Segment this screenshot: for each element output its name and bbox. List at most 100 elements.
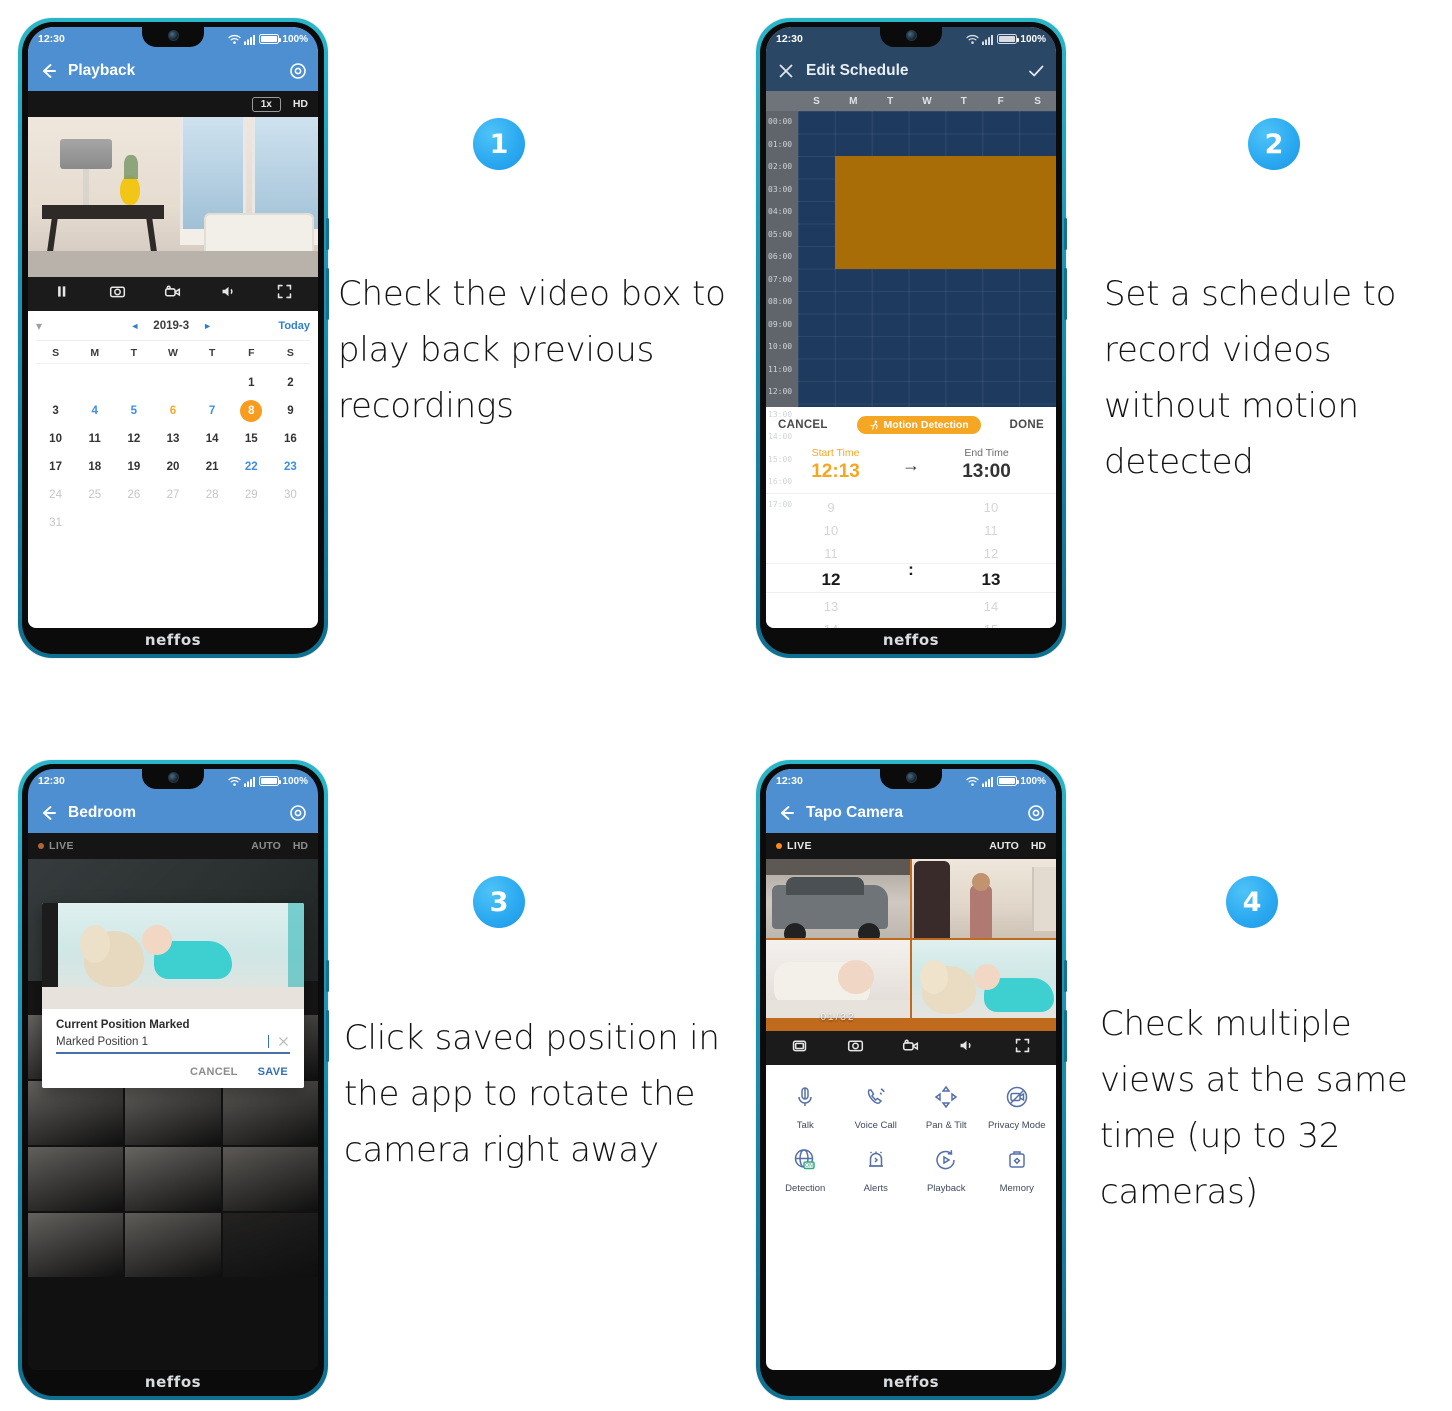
fullscreen-icon[interactable] [276,283,293,305]
wheel-option[interactable]: 10 [926,496,1056,519]
video-view[interactable] [28,117,318,277]
back-arrow-icon[interactable] [38,803,58,823]
prev-arrow-icon[interactable]: ◄ [130,321,139,331]
back-arrow-icon[interactable] [38,61,58,81]
gear-icon[interactable] [288,61,308,81]
saved-position-thumbnail[interactable] [28,1147,124,1211]
saved-position-thumbnail[interactable] [125,1081,221,1145]
quality-button[interactable]: HD [293,98,308,110]
camera-icon[interactable] [109,283,126,305]
calendar-day[interactable]: 9 [271,398,310,424]
saved-position-thumbnail[interactable] [222,1147,318,1211]
schedule-grid[interactable] [798,111,1056,407]
playback-speed-button[interactable]: 1x [251,96,281,112]
camera-tile-nursery[interactable] [766,939,910,1018]
grid-layout-icon[interactable] [791,1037,808,1059]
calendar-day[interactable]: 24 [36,482,75,508]
end-time-col[interactable]: End Time 13:00 [933,447,1040,483]
calendar-day[interactable]: 10 [36,426,75,452]
calendar-day-selected[interactable]: 8 [232,398,271,424]
position-name-input[interactable]: Marked Position 1 [56,1036,267,1048]
calendar-day[interactable]: 13 [153,426,192,452]
next-arrow-icon[interactable]: ► [203,321,212,331]
feature-memory[interactable]: Memory [982,1138,1053,1201]
schedule-block[interactable] [834,156,1056,269]
gear-icon[interactable] [288,803,308,823]
quality-button[interactable]: HD [293,840,308,852]
camera-tile-playroom[interactable] [912,939,1056,1018]
wheel-option[interactable]: 9 [766,496,896,519]
schedule-grid-body[interactable]: 00:00 01:00 02:00 03:00 04:00 05:00 06:00 07:00… [766,111,1056,509]
camera-icon[interactable] [847,1037,864,1059]
calendar-day[interactable]: 16 [271,426,310,452]
calendar-day[interactable]: 26 [114,482,153,508]
gear-icon[interactable] [1026,803,1046,823]
feature-talk[interactable]: Talk [770,1075,841,1138]
calendar-day[interactable]: 27 [153,482,192,508]
saved-position-thumbnail[interactable] [222,1213,318,1277]
camera-tile-garage[interactable] [766,859,910,938]
saved-position-thumbnail[interactable] [222,1081,318,1145]
camera-tile-hallway[interactable] [912,859,1056,938]
feature-privacy-mode[interactable]: Privacy Mode [982,1075,1053,1138]
close-x-icon[interactable] [277,1035,290,1048]
saved-position-thumbnail[interactable] [125,1147,221,1211]
speaker-icon[interactable] [220,283,237,305]
back-arrow-icon[interactable] [776,803,796,823]
speaker-icon[interactable] [958,1037,975,1059]
quality-button[interactable]: HD [1031,840,1046,852]
start-time-col[interactable]: Start Time 12:13 [782,447,889,483]
wheel-option[interactable]: 14 [766,618,896,628]
wheel-option[interactable]: 11 [766,542,896,565]
wheel-option-selected[interactable]: 12 [766,565,896,595]
wheel-option-selected[interactable]: 13 [926,565,1056,595]
motion-detection-chip[interactable]: Motion Detection [856,416,981,434]
video-record-icon[interactable] [902,1037,919,1059]
multi-camera-view[interactable]: 01/32 [766,859,1056,1031]
calendar-day[interactable]: 23 [271,454,310,480]
calendar-day[interactable]: 31 [36,510,75,536]
calendar-day[interactable]: 20 [153,454,192,480]
check-icon[interactable] [1026,61,1046,81]
calendar-day[interactable]: 30 [271,482,310,508]
calendar-day[interactable]: 12 [114,426,153,452]
calendar-day[interactable]: 1 [232,370,271,396]
feature-alerts[interactable]: Alerts [841,1138,912,1201]
saved-position-thumbnail[interactable] [125,1213,221,1277]
calendar-day[interactable]: 19 [114,454,153,480]
hour-wheel[interactable]: 91011121314 [766,496,896,628]
calendar-day[interactable]: 28 [193,482,232,508]
save-button[interactable]: SAVE [258,1066,288,1078]
calendar-day[interactable]: 4 [75,398,114,424]
wheel-option[interactable]: 13 [766,595,896,618]
today-button[interactable]: Today [278,320,310,332]
feature-voice-call[interactable]: Voice Call [841,1075,912,1138]
feature-detection[interactable]: ON Detection [770,1138,841,1201]
calendar-day[interactable]: 2 [271,370,310,396]
calendar-day[interactable]: 18 [75,454,114,480]
calendar-day[interactable]: 7 [193,398,232,424]
saved-position-thumbnail[interactable] [28,1213,124,1277]
calendar-day[interactable]: 3 [36,398,75,424]
chevron-down-icon[interactable]: ▾ [36,319,64,333]
wheel-option[interactable]: 15 [926,618,1056,628]
wheel-option[interactable]: 11 [926,519,1056,542]
feature-pan-tilt[interactable]: Pan & Tilt [911,1075,982,1138]
cancel-button[interactable]: CANCEL [190,1066,238,1078]
wheel-option[interactable]: 14 [926,595,1056,618]
pause-button[interactable] [53,283,70,305]
close-x-icon[interactable] [776,61,796,81]
saved-position-thumbnail[interactable] [28,1081,124,1145]
calendar-day[interactable]: 29 [232,482,271,508]
auto-quality-button[interactable]: AUTO [989,840,1019,852]
fullscreen-icon[interactable] [1014,1037,1031,1059]
feature-playback[interactable]: Playback [911,1138,982,1201]
time-wheels[interactable]: 91011121314 : 101112131415 [766,494,1056,628]
wheel-option[interactable]: 10 [766,519,896,542]
position-name-field[interactable]: Marked Position 1 [56,1035,290,1054]
calendar-day[interactable]: 21 [193,454,232,480]
calendar-day[interactable]: 5 [114,398,153,424]
calendar-day[interactable]: 22 [232,454,271,480]
minute-wheel[interactable]: 101112131415 [926,496,1056,628]
calendar-day[interactable]: 6 [153,398,192,424]
